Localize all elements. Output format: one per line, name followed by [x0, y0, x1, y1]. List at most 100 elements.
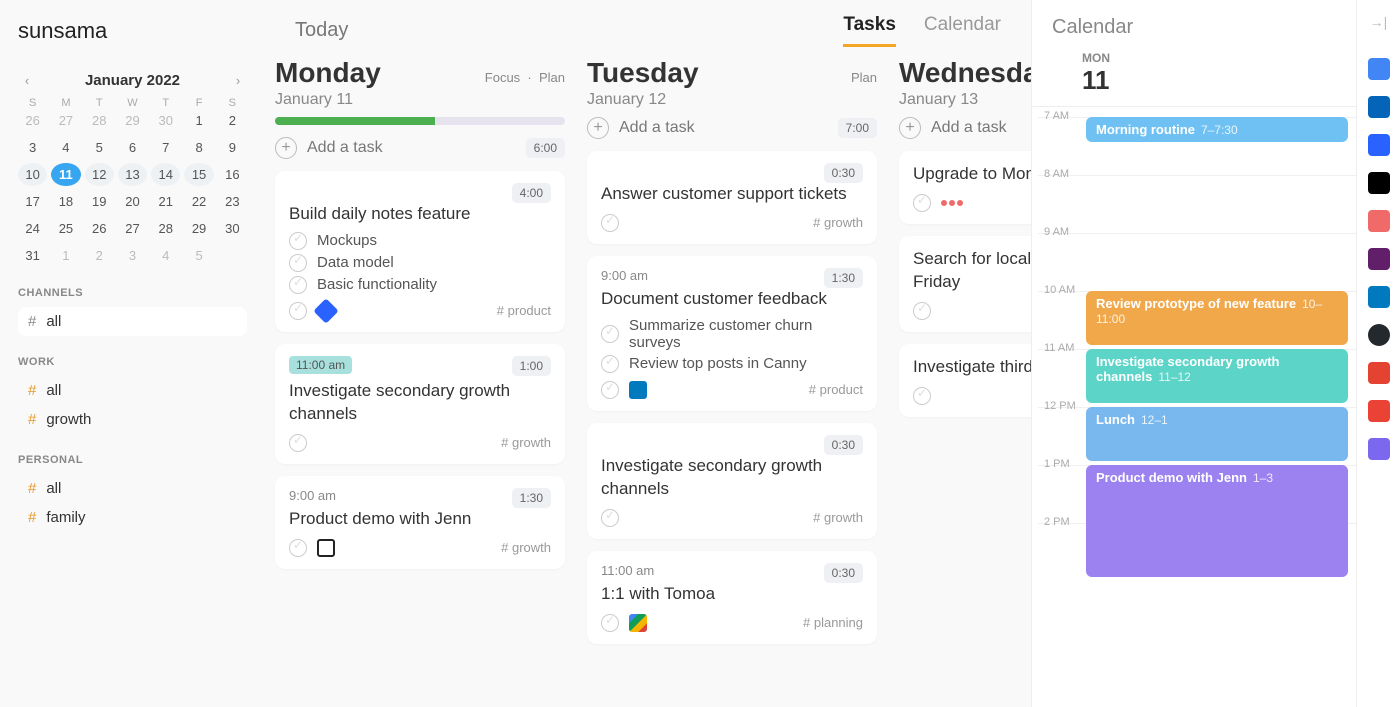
cal-day[interactable]: 26: [18, 109, 47, 132]
task-card[interactable]: Upgrade to MongoDB: [899, 151, 1031, 224]
calendar-timeline[interactable]: 7 AM8 AM9 AM10 AM11 AM12 PM1 PM2 PMMorni…: [1038, 107, 1356, 707]
subtask[interactable]: Review top posts in Canny: [601, 355, 863, 373]
task-card[interactable]: Search for local art shows on First Frid…: [899, 236, 1031, 332]
task-check-icon[interactable]: [601, 381, 619, 399]
subtask-check-icon[interactable]: [289, 254, 307, 272]
subtask-check-icon[interactable]: [601, 325, 619, 343]
task-check-icon[interactable]: [601, 614, 619, 632]
calendar-event[interactable]: Review prototype of new feature10–11:00: [1086, 291, 1348, 345]
task-check-icon[interactable]: [913, 387, 931, 405]
calendar-event[interactable]: Lunch12–1: [1086, 407, 1348, 461]
clickup-icon[interactable]: [1368, 438, 1390, 460]
task-tag[interactable]: # product: [497, 303, 551, 318]
channel-family[interactable]: #family: [18, 503, 247, 532]
task-card[interactable]: 9:00 am1:30Product demo with Jenn# growt…: [275, 476, 565, 569]
cal-day[interactable]: 13: [118, 163, 147, 186]
cal-day[interactable]: 1: [184, 109, 213, 132]
cal-day[interactable]: 12: [85, 163, 114, 186]
cal-day[interactable]: 14: [151, 163, 180, 186]
cal-day[interactable]: 25: [51, 217, 80, 240]
task-tag[interactable]: # growth: [501, 435, 551, 450]
task-card[interactable]: 9:00 am1:30Document customer feedbackSum…: [587, 256, 877, 411]
task-tag[interactable]: # product: [809, 382, 863, 397]
subtask-check-icon[interactable]: [289, 276, 307, 294]
cal-day[interactable]: 8: [184, 136, 213, 159]
cal-day[interactable]: 11: [51, 163, 80, 186]
task-check-icon[interactable]: [289, 539, 307, 557]
subtask[interactable]: Mockups: [289, 232, 551, 250]
cal-day[interactable]: 16: [218, 163, 247, 186]
task-card[interactable]: 0:30Answer customer support tickets# gro…: [587, 151, 877, 244]
cal-day[interactable]: 30: [218, 217, 247, 240]
cal-day[interactable]: 2: [85, 244, 114, 267]
cal-day[interactable]: 28: [151, 217, 180, 240]
google-calendar-icon[interactable]: [1368, 58, 1390, 80]
subtask[interactable]: Data model: [289, 254, 551, 272]
cal-day[interactable]: 4: [151, 244, 180, 267]
cal-day[interactable]: 9: [218, 136, 247, 159]
todoist-icon[interactable]: [1368, 362, 1390, 384]
notion-icon[interactable]: [1368, 172, 1390, 194]
cal-day[interactable]: 29: [184, 217, 213, 240]
cal-day[interactable]: 31: [18, 244, 47, 267]
cal-day[interactable]: 24: [18, 217, 47, 240]
channel-all[interactable]: #all: [18, 376, 247, 405]
column-link-plan[interactable]: Plan: [539, 70, 565, 85]
subtask[interactable]: Summarize customer churn surveys: [601, 317, 863, 351]
add-task-button[interactable]: +Add a task: [275, 137, 383, 159]
calendar-event[interactable]: Product demo with Jenn1–3: [1086, 465, 1348, 577]
collapse-rail-icon[interactable]: →|: [1370, 14, 1388, 30]
cal-day[interactable]: 27: [118, 217, 147, 240]
jira-icon[interactable]: [1368, 134, 1390, 156]
task-card[interactable]: 11:00 am0:301:1 with Tomoa# planning: [587, 551, 877, 644]
channel-all[interactable]: #all: [18, 474, 247, 503]
column-link-plan[interactable]: Plan: [851, 70, 877, 85]
outlook-icon[interactable]: [1368, 96, 1390, 118]
task-check-icon[interactable]: [913, 194, 931, 212]
gmail-icon[interactable]: [1368, 400, 1390, 422]
task-check-icon[interactable]: [913, 302, 931, 320]
trello-icon[interactable]: [1368, 286, 1390, 308]
add-task-button[interactable]: +Add a task: [899, 117, 1007, 139]
subtask-check-icon[interactable]: [601, 355, 619, 373]
cal-day[interactable]: 19: [85, 190, 114, 213]
cal-day[interactable]: 5: [85, 136, 114, 159]
task-tag[interactable]: # planning: [803, 615, 863, 630]
cal-day[interactable]: 15: [184, 163, 213, 186]
cal-day[interactable]: 20: [118, 190, 147, 213]
subtask[interactable]: Basic functionality: [289, 276, 551, 294]
cal-day[interactable]: 18: [51, 190, 80, 213]
task-check-icon[interactable]: [289, 302, 307, 320]
cal-day[interactable]: 26: [85, 217, 114, 240]
channel-all[interactable]: #all: [18, 307, 247, 336]
cal-day[interactable]: 10: [18, 163, 47, 186]
cal-day[interactable]: 22: [184, 190, 213, 213]
channel-growth[interactable]: #growth: [18, 405, 247, 434]
slack-icon[interactable]: [1368, 248, 1390, 270]
github-icon[interactable]: [1368, 324, 1390, 346]
asana-icon[interactable]: [1368, 210, 1390, 232]
cal-day[interactable]: 5: [184, 244, 213, 267]
cal-day[interactable]: 29: [118, 109, 147, 132]
task-card[interactable]: 0:30Investigate secondary growth channel…: [587, 423, 877, 539]
cal-day[interactable]: 2: [218, 109, 247, 132]
task-tag[interactable]: # growth: [501, 540, 551, 555]
prev-month-button[interactable]: ‹: [18, 73, 36, 88]
task-card[interactable]: Investigate third growth channels: [899, 344, 1031, 417]
task-card[interactable]: 11:00 am1:00Investigate secondary growth…: [275, 344, 565, 464]
cal-day[interactable]: 30: [151, 109, 180, 132]
cal-day[interactable]: 23: [218, 190, 247, 213]
subtask-check-icon[interactable]: [289, 232, 307, 250]
calendar-event[interactable]: Investigate secondary growth channels11–…: [1086, 349, 1348, 403]
task-tag[interactable]: # growth: [813, 510, 863, 525]
task-check-icon[interactable]: [601, 214, 619, 232]
add-task-button[interactable]: +Add a task: [587, 117, 695, 139]
cal-day[interactable]: 17: [18, 190, 47, 213]
calendar-event[interactable]: Morning routine7–7:30: [1086, 117, 1348, 142]
next-month-button[interactable]: ›: [229, 73, 247, 88]
task-check-icon[interactable]: [601, 509, 619, 527]
tab-tasks[interactable]: Tasks: [843, 14, 895, 47]
cal-day[interactable]: 4: [51, 136, 80, 159]
task-tag[interactable]: # growth: [813, 215, 863, 230]
cal-day[interactable]: 3: [118, 244, 147, 267]
